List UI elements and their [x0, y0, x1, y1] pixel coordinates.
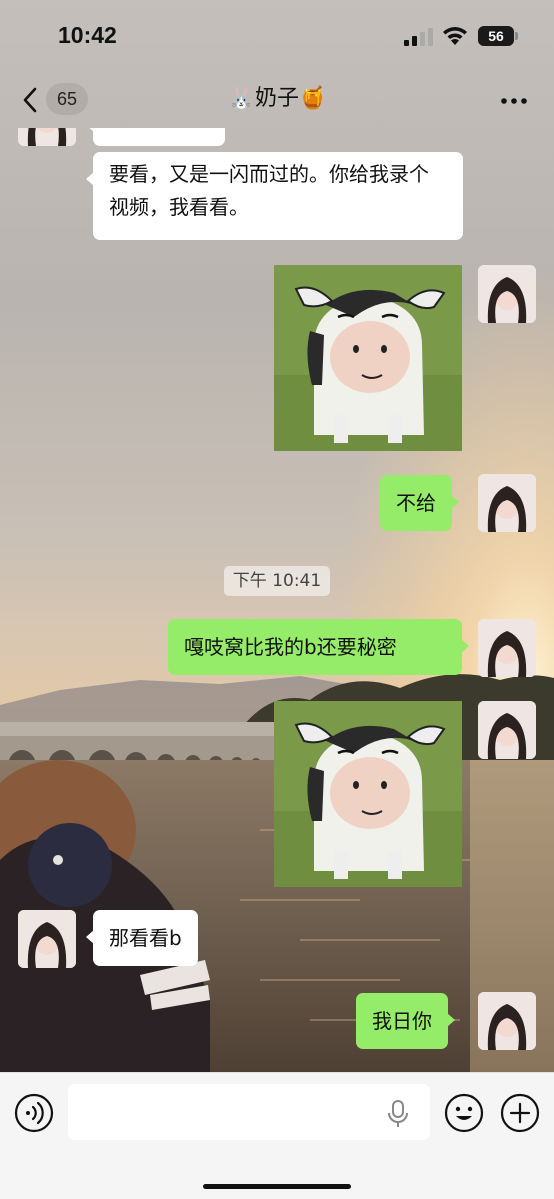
my-avatar[interactable] — [478, 992, 536, 1050]
message-bubble-partial[interactable] — [86, 128, 225, 146]
cow-sticker[interactable] — [274, 265, 462, 451]
message-text: 不给 — [396, 491, 436, 515]
message-bubble-incoming[interactable]: 那看看b — [86, 910, 198, 966]
my-avatar[interactable] — [478, 701, 536, 759]
chat-header: 65 🐰奶子🍯 — [0, 72, 554, 128]
more-icon[interactable] — [500, 97, 528, 105]
back-icon[interactable] — [20, 86, 40, 114]
battery-icon: 56 — [478, 26, 518, 46]
my-avatar[interactable] — [478, 474, 536, 532]
contact-avatar[interactable] — [18, 910, 76, 968]
emoji-icon[interactable] — [444, 1093, 484, 1133]
my-avatar[interactable] — [478, 265, 536, 323]
voice-icon[interactable] — [14, 1093, 54, 1133]
chat-title: 🐰奶子🍯 — [227, 86, 327, 111]
status-bar: 10:42 56 — [0, 0, 554, 72]
message-bubble-outgoing[interactable]: 嘎吱窝比我的b还要秘密 — [168, 619, 469, 675]
plus-icon[interactable] — [500, 1093, 540, 1133]
status-time: 10:42 — [58, 22, 117, 48]
message-text: 那看看b — [109, 926, 182, 950]
message-list[interactable]: 要看，又是一闪而过的。你给我录个视频，我看看。 不给 下午 10:41 嘎吱窝比… — [0, 128, 554, 1072]
my-avatar[interactable] — [478, 619, 536, 677]
signal-icon — [404, 28, 433, 46]
input-bar — [0, 1072, 554, 1199]
message-bubble-outgoing[interactable]: 我日你 — [356, 993, 455, 1049]
mic-icon[interactable] — [386, 1099, 410, 1129]
message-bubble-outgoing[interactable]: 不给 — [380, 475, 459, 531]
message-text: 要看，又是一闪而过的。你给我录个视频，我看看。 — [109, 162, 429, 219]
unread-count-badge[interactable]: 65 — [46, 83, 88, 115]
time-divider: 下午 10:41 — [224, 566, 330, 596]
cow-sticker[interactable] — [274, 701, 462, 887]
message-bubble-incoming[interactable]: 要看，又是一闪而过的。你给我录个视频，我看看。 — [86, 152, 463, 240]
wifi-icon — [443, 27, 467, 45]
contact-avatar[interactable] — [18, 128, 76, 146]
message-text: 嘎吱窝比我的b还要秘密 — [184, 635, 397, 659]
home-indicator — [203, 1184, 351, 1189]
message-input[interactable] — [68, 1084, 430, 1140]
message-text: 我日你 — [372, 1009, 432, 1033]
